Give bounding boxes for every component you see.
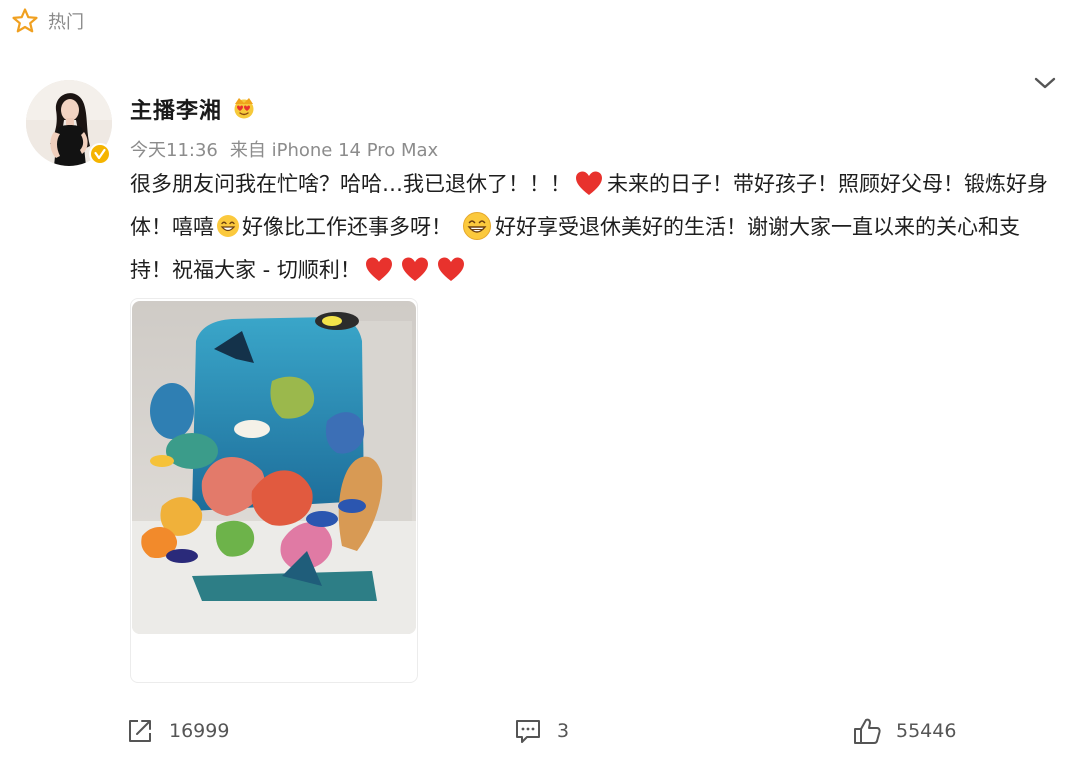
heart-emoji [576, 171, 602, 195]
action-bar: 16999 3 55446 [0, 712, 1080, 754]
comment-button[interactable]: 3 [513, 716, 569, 746]
thumbs-up-icon [854, 718, 881, 744]
hot-section-header: 热门 [10, 6, 84, 36]
author-name[interactable]: 主播李湘 [130, 93, 222, 125]
heart-emoji [401, 257, 428, 281]
crown-emoji-icon [234, 98, 254, 119]
like-button[interactable]: 55446 [852, 716, 956, 746]
post-text-part3: 好像比工作还事多呀！ [242, 215, 452, 239]
grinning-emoji [463, 212, 491, 240]
share-count: 16999 [169, 720, 230, 742]
post-image[interactable] [132, 301, 416, 634]
verified-v-icon [89, 143, 111, 165]
chevron-down-icon[interactable] [1032, 72, 1058, 94]
post-image-card[interactable] [130, 298, 418, 683]
grinning-emoji [217, 215, 239, 237]
star-outline-icon [12, 8, 38, 33]
comment-count: 3 [557, 720, 570, 742]
post-source: 来自 iPhone 14 Pro Max [229, 140, 439, 161]
share-icon [129, 720, 151, 742]
comment-icon [516, 720, 540, 743]
like-count: 55446 [896, 720, 957, 742]
heart-emoji [437, 257, 464, 281]
post-content: 很多朋友问我在忙啥？哈哈…我已退休了！！！ 未来的日子！带好孩子！照顾好父母！锻炼… [130, 163, 1055, 292]
post-text-part1: 很多朋友问我在忙啥？哈哈…我已退休了！！！ [130, 172, 571, 196]
hot-label: 热门 [48, 12, 84, 33]
post-time[interactable]: 今天11:36 [130, 140, 218, 161]
heart-emoji [365, 257, 392, 281]
post-meta: 今天11:36 来自 iPhone 14 Pro Max [130, 136, 438, 162]
share-button[interactable]: 16999 [125, 716, 229, 746]
